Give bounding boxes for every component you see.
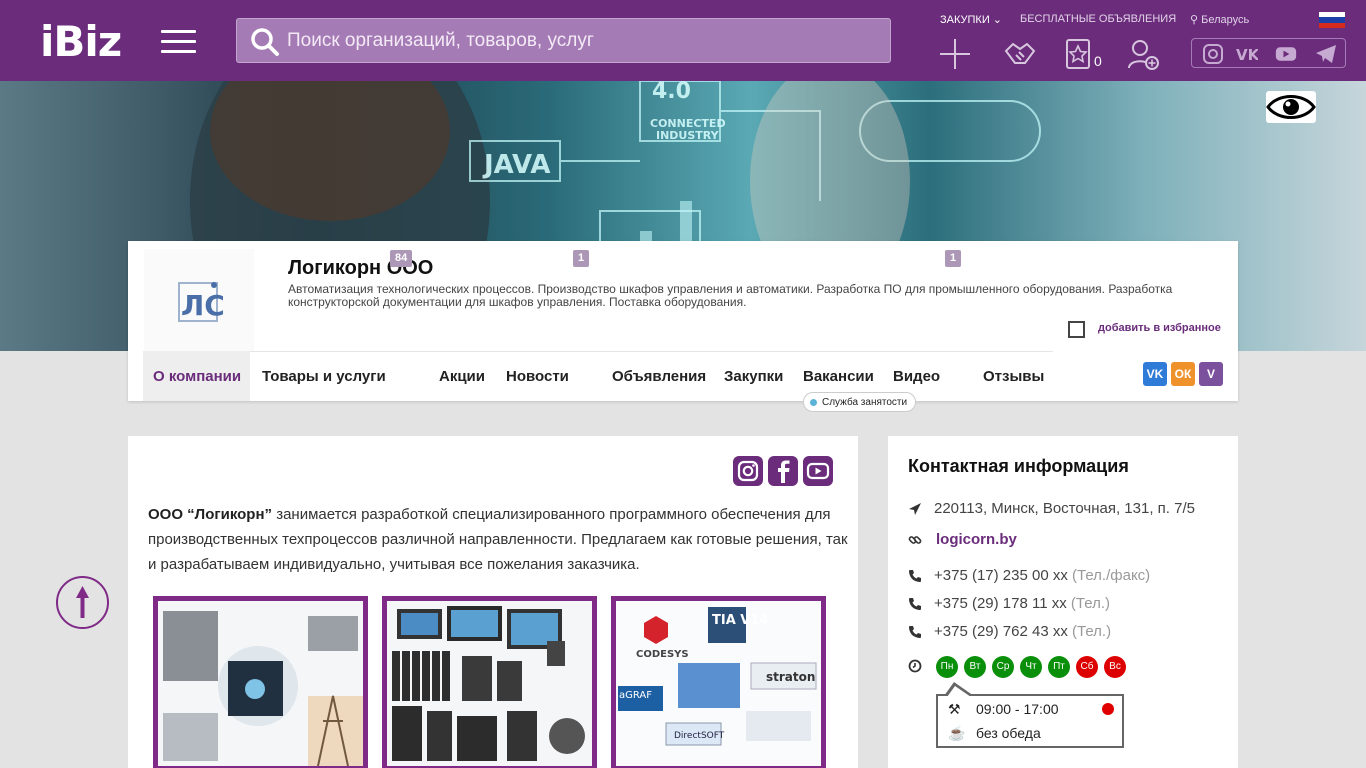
vk-icon[interactable]: VK [1236,44,1258,64]
about-facebook-icon[interactable] [768,456,798,486]
working-hours: 09:00 - 17:00 [976,701,1059,717]
clock-icon [908,659,922,673]
russian-flag-icon[interactable] [1319,12,1345,28]
add-to-favorites-label: добавить в избранное [1098,322,1221,334]
scroll-to-top-button[interactable] [56,576,109,629]
share-ok-button[interactable]: ОК [1171,362,1195,386]
day-sunday[interactable]: Вс [1104,656,1126,678]
day-monday[interactable]: Пн [936,656,958,678]
phone-icon [909,626,921,638]
address-text: 220113, Минск, Восточная, 131, п. 7/5 [934,500,1195,517]
phone-type: (Тел./факс) [1072,567,1151,584]
tab-reviews[interactable]: Отзывы [983,351,1044,401]
contacts-panel: Контактная информация 220113, Минск, Вос… [888,436,1238,768]
add-to-favorites[interactable]: добавить в избранное [1068,321,1238,339]
youtube-icon[interactable] [1275,44,1297,64]
site-logo[interactable]: iBiz [40,20,122,64]
purchases-link[interactable]: ЗАКУПКИ ⌄ [940,13,1002,26]
accessibility-eye-button[interactable] [1266,91,1316,123]
employment-service-icon [810,399,817,406]
banner-java-text: JAVA [482,150,551,180]
svg-text:ЛС: ЛС [181,289,225,322]
banner-industry-text: INDUSTRY [656,129,720,142]
products-count-badge: 84 [390,250,413,267]
region-selector[interactable]: ⚲ Беларусь [1190,13,1249,26]
favorites-count: 0 [1094,53,1102,69]
arrow-up-icon [76,586,89,618]
phone-number[interactable]: +375 (17) 235 00 xx [934,567,1068,584]
equipment-collage-image [387,601,592,766]
link-icon [908,536,922,544]
svg-text:CODESYS: CODESYS [636,649,689,660]
tab-promotions[interactable]: Акции [439,351,485,401]
header-social-links: VK [1191,38,1346,68]
menu-icon[interactable] [161,30,196,54]
phone-type: (Тел.) [1070,595,1110,612]
day-tuesday[interactable]: Вт [964,656,986,678]
share-vk-button[interactable]: VK [1143,362,1167,386]
website-link[interactable]: logicorn.by [936,531,1017,548]
schedule-popup: ⚒ 09:00 - 17:00 ☕ без обеда [936,682,1124,748]
company-logo: ЛС [144,249,254,351]
location-pin-icon: ⚲ [1190,14,1199,26]
add-user-icon[interactable] [1126,37,1160,71]
phone-type: (Тел.) [1072,623,1112,640]
search-bar [236,18,891,63]
about-section: ООО “Логикорн” занимается разработкой сп… [128,436,858,768]
svg-text:aGRAF: aGRAF [619,690,652,701]
video-count-badge: 1 [945,250,962,267]
phone-number[interactable]: +375 (29) 178 11 xx [934,595,1067,612]
add-plus-icon[interactable] [938,37,972,71]
software-logos-image: CODESYS TIA V14 straton aGRAF DirectSOFT [616,601,821,766]
svg-text:TIA V14: TIA V14 [712,613,768,628]
phone-icon [909,598,921,610]
phone-number[interactable]: +375 (29) 762 43 xx [934,623,1068,640]
banner-industry-number: 4.0 [652,81,691,104]
tab-products[interactable]: Товары и услуги [262,351,386,401]
svg-text:straton: straton [766,670,815,684]
tab-ads[interactable]: Объявления [612,351,706,401]
location-arrow-icon [909,503,921,515]
svg-text:DirectSOFT: DirectSOFT [674,731,725,741]
about-instagram-icon[interactable] [733,456,763,486]
day-friday[interactable]: Пт [1048,656,1070,678]
coffee-cup-icon: ☕ [948,725,966,741]
employment-service-tooltip[interactable]: Служба занятости [803,392,917,412]
instagram-icon[interactable] [1202,44,1224,64]
day-thursday[interactable]: Чт [1020,656,1042,678]
svg-text:VK: VK [1236,46,1258,64]
company-description: Автоматизация технологических процессов.… [288,282,1173,309]
gallery-thumbnail-equipment[interactable] [382,596,597,768]
free-ads-link[interactable]: БЕСПЛАТНЫЕ ОБЪЯВЛЕНИЯ [1020,13,1176,25]
phone-icon [909,570,921,582]
about-text: ООО “Логикорн” занимается разработкой сп… [148,502,848,577]
automation-collage-image [158,601,363,766]
top-bar: iBiz ЗАКУПКИ ⌄ БЕСПЛАТНЫЕ ОБЪЯВЛЕНИЯ ⚲ Б… [0,0,1366,81]
share-viber-button[interactable]: V [1199,362,1223,386]
day-wednesday[interactable]: Ср [992,656,1014,678]
favorite-checkbox[interactable] [1068,321,1085,338]
tab-purchases[interactable]: Закупки [724,351,783,401]
closed-status-dot [1102,703,1114,715]
favorites-star-icon[interactable] [1063,37,1097,71]
search-input[interactable] [287,19,877,62]
telegram-icon[interactable] [1315,44,1337,64]
company-card: ЛС Логикорн ООО Автоматизация технологич… [128,241,1238,412]
contacts-title: Контактная информация [908,456,1129,476]
tab-news[interactable]: Новости [506,351,569,401]
lunch-info: без обеда [976,725,1041,741]
about-youtube-icon[interactable] [803,456,833,486]
eye-icon [1266,95,1316,119]
search-icon[interactable] [250,27,280,57]
about-company-name: ООО “Логикорн” [148,506,273,523]
handshake-icon[interactable] [1003,37,1037,71]
gallery-thumbnail-automation[interactable] [153,596,368,768]
news-count-badge: 1 [573,250,590,267]
tools-icon: ⚒ [948,701,961,717]
gallery-thumbnail-software[interactable]: CODESYS TIA V14 straton aGRAF DirectSOFT [611,596,826,768]
tab-about[interactable]: О компании [143,351,250,401]
day-saturday[interactable]: Сб [1076,656,1098,678]
